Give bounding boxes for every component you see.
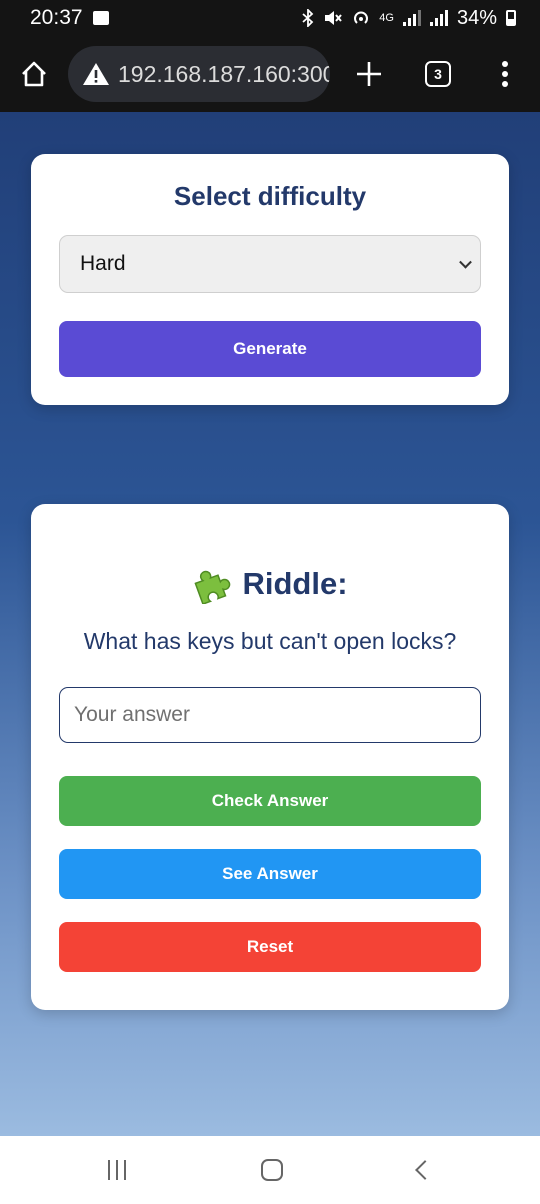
warning-icon <box>82 59 110 89</box>
status-icons: 4G 34% <box>302 7 516 30</box>
plus-icon <box>357 62 381 86</box>
status-time: 20:37 <box>30 6 83 29</box>
riddle-question: What has keys but can't open locks? <box>83 628 457 654</box>
gallery-icon <box>92 11 109 25</box>
battery-percent: 34% <box>456 6 497 29</box>
tab-count: 3 <box>425 61 451 87</box>
riddle-title: Riddle: <box>242 566 348 601</box>
signal-icon <box>402 10 421 26</box>
difficulty-title: Select difficulty <box>173 181 367 211</box>
status-bar: 20:37 4G 34% <box>0 0 540 36</box>
answer-input[interactable] <box>59 687 481 743</box>
hotspot-icon <box>354 11 369 24</box>
back-icon[interactable] <box>415 1160 436 1180</box>
chevron-down-icon <box>459 255 472 269</box>
recents-icon[interactable] <box>107 1159 126 1181</box>
bluetooth-icon <box>302 9 314 27</box>
generate-button[interactable]: Generate <box>59 321 481 377</box>
puzzle-piece-icon <box>194 570 231 604</box>
difficulty-select[interactable]: Hard <box>59 235 481 293</box>
home-button[interactable] <box>0 36 68 112</box>
tab-switcher-button[interactable]: 3 <box>406 36 470 112</box>
page-content: Select difficulty Hard Generate Riddle: … <box>0 112 540 1136</box>
riddle-card: Riddle: What has keys but can't open loc… <box>31 504 509 1010</box>
browser-toolbar: 192.168.187.160:3000 3 <box>0 36 540 112</box>
reset-button[interactable]: Reset <box>59 922 481 972</box>
network-type: 4G <box>379 12 394 24</box>
address-bar[interactable]: 192.168.187.160:3000 <box>68 46 330 102</box>
system-nav-bar <box>0 1136 540 1204</box>
new-tab-button[interactable] <box>332 36 406 112</box>
battery-icon <box>506 10 516 26</box>
home-icon <box>22 61 46 87</box>
mute-icon <box>325 11 343 25</box>
browser-menu-button[interactable] <box>470 36 540 112</box>
signal-icon-2 <box>429 10 448 26</box>
url-text: 192.168.187.160:3000 <box>118 60 330 87</box>
see-answer-button[interactable]: See Answer <box>59 849 481 899</box>
home-nav-icon[interactable] <box>260 1159 283 1181</box>
difficulty-selected-value: Hard <box>80 252 126 275</box>
riddle-header: Riddle: <box>31 564 509 604</box>
difficulty-card: Select difficulty Hard Generate <box>31 154 509 405</box>
check-answer-button[interactable]: Check Answer <box>59 776 481 826</box>
more-vert-icon <box>502 61 508 87</box>
